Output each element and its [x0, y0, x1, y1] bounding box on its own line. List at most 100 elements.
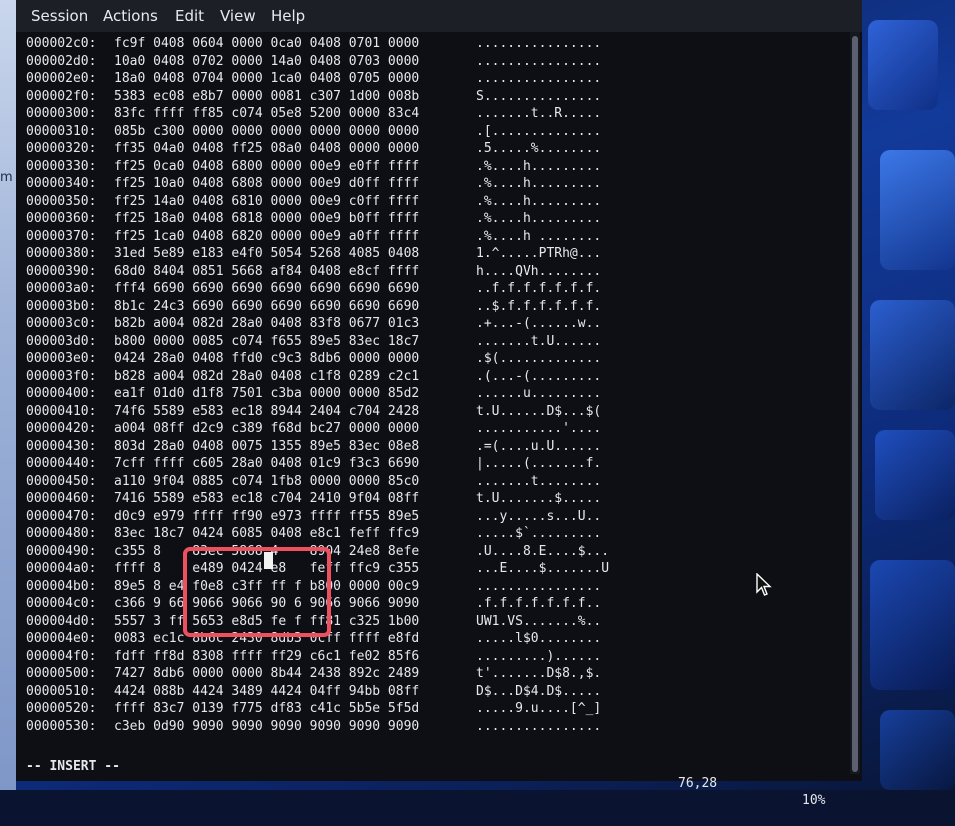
hexdump-address: 000003d0: — [26, 333, 97, 349]
hexdump-bytes: ff35 04a0 0408 ff25 08a0 0408 0000 0000 — [114, 141, 420, 156]
hexdump-ascii: t.U.......$..... — [476, 491, 602, 506]
hexdump-ascii: .%....h......... — [476, 211, 602, 226]
hexdump-bytes: 10a0 0408 0702 0000 14a0 0408 0703 0000 — [114, 53, 420, 69]
hexdump-address: 00000530: — [26, 718, 97, 734]
wallpaper-cube — [868, 20, 938, 110]
hexdump-bytes: ff25 0ca0 0408 6800 0000 00e9 e0ff ffff — [114, 158, 420, 174]
hexdump-bytes: b828 a004 082d 28a0 0408 c1f8 0289 c2c1 — [114, 368, 420, 384]
hexdump-bytes: b82b a004 082d 28a0 0408 83f8 0677 01c3 — [114, 316, 420, 331]
hexdump-address: 000002d0: — [26, 53, 97, 69]
hexdump-bytes: b800 0000 0085 c074 f655 89e5 83ec 18c7 — [114, 333, 420, 349]
hexdump-address: 000002f0: — [26, 88, 97, 104]
hexdump-bytes: 7427 8db6 0000 0000 8b44 2438 892c 2489 — [114, 666, 420, 681]
menu-session[interactable]: Session — [31, 7, 88, 25]
hexdump-bytes: 18a0 0408 0704 0000 1ca0 0408 0705 0000 — [114, 71, 420, 86]
hexdump-ascii: ...........'.... — [476, 421, 602, 436]
cursor-position: 76,28 — [678, 776, 718, 791]
hexdump-ascii: .%....h ........ — [476, 228, 602, 244]
hexdump-bytes: a004 08ff d2c9 c389 f68d bc27 0000 0000 — [114, 421, 420, 436]
hexdump-address: 000004e0: — [26, 631, 97, 646]
hexdump-ascii: .....l$0........ — [476, 631, 602, 646]
menu-bar: Session Actions Edit View Help — [16, 0, 862, 32]
wallpaper-cube — [870, 300, 955, 410]
hexdump-address: 00000510: — [26, 683, 97, 699]
hexdump-bytes: 68d0 8404 0851 5668 af84 0408 e8cf ffff — [114, 263, 420, 279]
hexdump-address: 00000480: — [26, 526, 97, 541]
hexdump-address: 00000460: — [26, 491, 97, 506]
hexdump-ascii: .+...-(......w.. — [476, 316, 602, 331]
hexdump-ascii: ................ — [476, 578, 602, 594]
hexdump-bytes: a110 9f04 0885 c074 1fb8 0000 0000 85c0 — [114, 473, 420, 489]
hexdump-address: 000003a0: — [26, 281, 97, 296]
hexdump-ascii: 1.^.....PTRh@... — [476, 246, 602, 261]
menu-view[interactable]: View — [220, 7, 256, 25]
hexdump-bytes: ff25 10a0 0408 6808 0000 00e9 d0ff ffff — [114, 176, 420, 191]
hexdump-ascii: ................ — [476, 718, 602, 734]
hexdump-address: 00000310: — [26, 123, 97, 139]
hexdump-ascii: .f.f.f.f.f.f.f.. — [476, 596, 602, 611]
hexdump-address: 00000410: — [26, 403, 97, 419]
hexdump-address: 00000320: — [26, 141, 97, 156]
background-window-edge: m — [0, 0, 16, 790]
hexdump-bytes: 7cff ffff c605 28a0 0408 01c9 f3c3 6690 — [114, 456, 420, 471]
hexdump-bytes: 8b1c 24c3 6690 6690 6690 6690 6690 6690 — [114, 298, 420, 314]
hexdump-address: 00000500: — [26, 666, 97, 681]
hexdump-bytes: 83ec 18c7 0424 6085 0408 e8c1 feff ffc9 — [114, 526, 420, 541]
hexdump-ascii: ................ — [476, 71, 602, 86]
hexdump-address: 00000350: — [26, 193, 97, 209]
hexdump-address: 000004f0: — [26, 648, 97, 664]
hexdump-address: 00000360: — [26, 211, 97, 226]
mouse-pointer-icon — [756, 573, 772, 596]
hexdump-ascii: .......t..R..... — [476, 106, 602, 121]
hexdump-ascii: .....$`......... — [476, 526, 602, 541]
menu-actions[interactable]: Actions — [103, 7, 158, 25]
hexdump-ascii: D$...D$4.D$..... — [476, 683, 602, 699]
hexdump-address: 000003b0: — [26, 298, 97, 314]
hexdump-ascii: .%....h......... — [476, 176, 602, 191]
hexdump-ascii: .........)...... — [476, 648, 602, 664]
scroll-percentage: 10% — [802, 793, 826, 808]
hexdump-ascii: .%....h......... — [476, 158, 602, 174]
hexdump-ascii: .U....8.E....$... — [476, 543, 610, 559]
hexdump-bytes: fc9f 0408 0604 0000 0ca0 0408 0701 0000 — [114, 36, 420, 51]
hexdump-ascii: .......t........ — [476, 473, 602, 489]
hexdump-bytes: ff25 18a0 0408 6818 0000 00e9 b0ff ffff — [114, 211, 420, 226]
hexdump-bytes: ea1f 01d0 d1f8 7501 c3ba 0000 0000 85d2 — [114, 386, 420, 401]
hexdump-ascii: .$(............. — [476, 351, 602, 366]
hexdump-bytes: 0424 28a0 0408 ffd0 c9c3 8db6 0000 0000 — [114, 351, 420, 366]
hexdump-address: 000004b0: — [26, 578, 97, 594]
hexdump-ascii: ...y.....s...U.. — [476, 508, 602, 524]
menu-help[interactable]: Help — [271, 7, 305, 25]
hexdump-ascii: UW1.VS.......%.. — [476, 613, 602, 629]
hexdump-address: 00000400: — [26, 386, 97, 401]
hexdump-address: 00000520: — [26, 701, 97, 716]
hexdump-address: 000004c0: — [26, 596, 97, 611]
hexdump-bytes: 803d 28a0 0408 0075 1355 89e5 83ec 08e8 — [114, 438, 420, 454]
hexdump-ascii: t'.......D$8.,$. — [476, 666, 602, 681]
hexdump-bytes: 5383 ec08 e8b7 0000 0081 c307 1d00 008b — [114, 88, 420, 104]
hexdump-address: 00000370: — [26, 228, 97, 244]
hexdump-address: 00000450: — [26, 473, 97, 489]
hexdump-ascii: ..$.f.f.f.f.f.f. — [476, 298, 602, 314]
hexdump-address: 000002c0: — [26, 36, 97, 51]
hexdump-address: 00000300: — [26, 106, 97, 121]
hexdump-bytes: 74f6 5589 e583 ec18 8944 2404 c704 2428 — [114, 403, 420, 419]
mode-indicator: -- INSERT -- — [26, 759, 120, 774]
hexdump-address: 00000470: — [26, 508, 97, 524]
scrollbar-thumb[interactable] — [852, 36, 858, 772]
terminal-text-area[interactable]: 000002c0: fc9f 0408 0604 0000 0ca0 0408 0… — [16, 32, 862, 808]
hexdump-address: 000004a0: — [26, 561, 97, 576]
hexdump-bytes: 7416 5589 e583 ec18 c704 2410 9f04 08ff — [114, 491, 420, 506]
hexdump-address: 00000490: — [26, 543, 97, 559]
hexdump-bytes: 31ed 5e89 e183 e4f0 5054 5268 4085 0408 — [114, 246, 420, 261]
hexdump-address: 00000440: — [26, 456, 97, 471]
hexdump-bytes: 4424 088b 4424 3489 4424 04ff 94bb 08ff — [114, 683, 420, 699]
wallpaper-cube — [880, 150, 955, 270]
hexdump-ascii: .[.............. — [476, 123, 602, 139]
hexdump-ascii: h....QVh........ — [476, 263, 602, 279]
hexdump-address: 000003e0: — [26, 351, 97, 366]
terminal-window: Session Actions Edit View Help 000002c0:… — [16, 0, 862, 808]
wallpaper-cube — [875, 430, 955, 520]
menu-edit[interactable]: Edit — [175, 7, 204, 25]
hexdump-ascii: .%....h......... — [476, 193, 602, 209]
